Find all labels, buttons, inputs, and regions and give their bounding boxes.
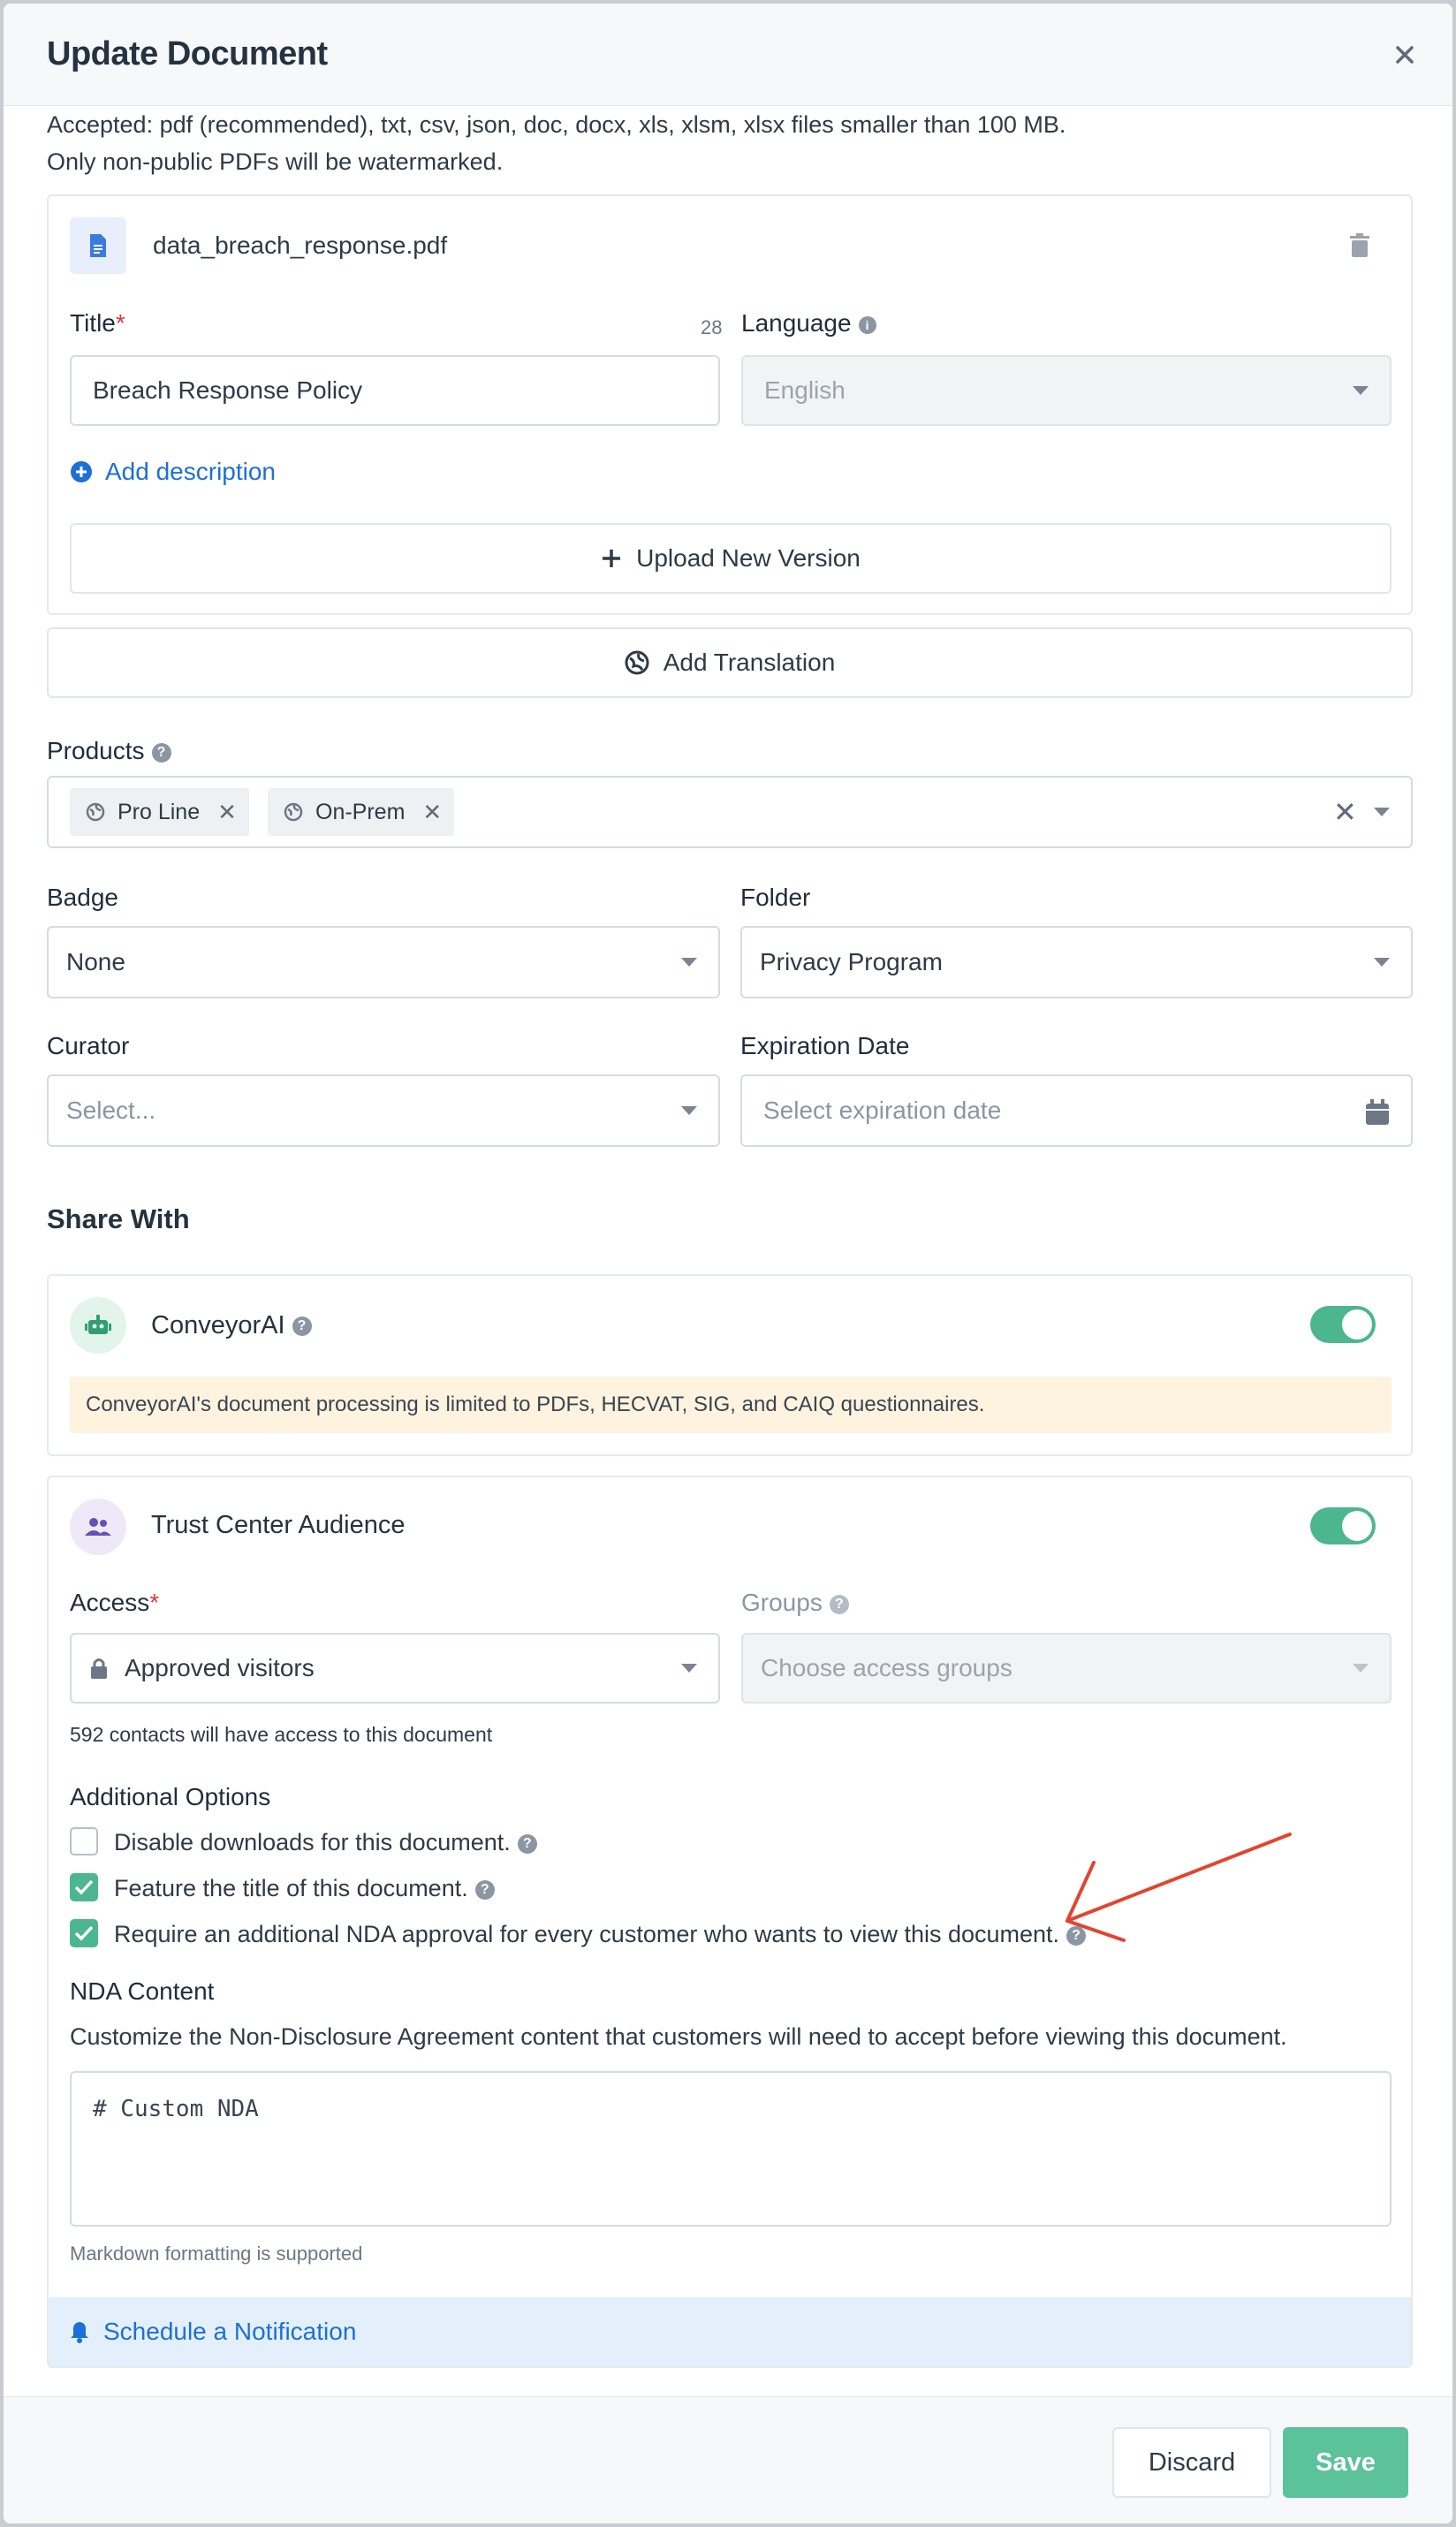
bell-icon (71, 2322, 88, 2343)
chevron-down-icon (681, 958, 697, 967)
require-nda-checkbox[interactable] (70, 1919, 98, 1947)
chevron-down-icon (1374, 958, 1390, 967)
users-icon (70, 1499, 126, 1555)
globe-icon (284, 802, 303, 822)
disable-downloads-label: Disable downloads for this document.? (114, 1829, 537, 1856)
help-icon: ? (292, 1317, 312, 1337)
folder-select[interactable]: Privacy Program (740, 926, 1413, 998)
plus-icon (603, 550, 621, 567)
language-select[interactable]: English (741, 355, 1392, 426)
groups-select[interactable]: Choose access groups (741, 1633, 1392, 1704)
file-icon (70, 217, 126, 274)
trust-center-name: Trust Center Audience (151, 1511, 406, 1539)
language-label: Language i (741, 309, 876, 338)
calendar-icon[interactable] (1365, 1099, 1390, 1126)
add-description-link[interactable]: Add description (70, 458, 276, 486)
upload-new-version-button[interactable]: Upload New Version (70, 523, 1392, 594)
curator-label: Curator (47, 1032, 130, 1059)
remove-chip-icon[interactable]: ✕ (422, 799, 442, 826)
feature-title-label: Feature the title of this document.? (114, 1875, 495, 1902)
folder-label: Folder (740, 884, 811, 911)
conveyorai-name: ConveyorAI? (151, 1311, 312, 1340)
title-label: Title* (70, 309, 125, 337)
feature-title-checkbox[interactable] (70, 1873, 98, 1901)
badge-select[interactable]: None (47, 926, 720, 998)
file-card: data_breach_response.pdf Title* 28 Breac… (47, 194, 1413, 615)
title-input[interactable]: Breach Response Policy (70, 355, 720, 426)
annotation-arrow-icon (1065, 1833, 1292, 1942)
chevron-down-icon (681, 1106, 697, 1115)
clear-all-icon[interactable]: ✕ (1333, 795, 1357, 829)
products-multiselect[interactable]: Pro Line ✕ On-Prem ✕ ✕ (47, 776, 1413, 848)
products-label: Products? (47, 737, 171, 765)
update-document-modal: Update Document Accepted: pdf (recommend… (4, 4, 1452, 2523)
badge-label: Badge (47, 884, 118, 911)
contacts-access-note: 592 contacts will have access to this do… (70, 1723, 493, 1746)
chevron-down-icon (681, 1664, 697, 1673)
check-icon (74, 1879, 94, 1895)
file-name: data_breach_response.pdf (153, 231, 448, 259)
trash-icon[interactable] (1349, 233, 1370, 258)
robot-icon (70, 1297, 126, 1354)
accepted-formats-note: Accepted: pdf (recommended), txt, csv, j… (47, 111, 1066, 138)
curator-select[interactable]: Select... (47, 1074, 720, 1147)
plus-circle-icon (71, 461, 92, 482)
chevron-down-icon (1353, 386, 1369, 395)
globe-icon (86, 802, 105, 822)
access-select[interactable]: Approved visitors (70, 1633, 720, 1704)
expiration-date-input[interactable]: Select expiration date (740, 1074, 1413, 1147)
remove-chip-icon[interactable]: ✕ (217, 799, 237, 826)
disable-downloads-checkbox[interactable] (70, 1827, 98, 1855)
close-icon[interactable] (1389, 39, 1421, 71)
nda-content-heading: NDA Content (70, 1977, 215, 2005)
nda-content-description: Customize the Non-Disclosure Agreement c… (70, 2023, 1287, 2050)
add-translation-button[interactable]: Add Translation (47, 627, 1413, 698)
conveyorai-card: ConveyorAI? ConveyorAI's document proces… (47, 1274, 1413, 1456)
chevron-down-icon (1353, 1664, 1369, 1673)
info-icon: i (858, 315, 876, 334)
conveyorai-toggle[interactable] (1310, 1306, 1376, 1343)
modal-footer: Discard Save (4, 2396, 1452, 2523)
conveyorai-notice: ConveyorAI's document processing is limi… (70, 1377, 1392, 1433)
help-icon: ? (829, 1594, 849, 1614)
help-icon: ? (517, 1833, 537, 1854)
help-icon: ? (151, 742, 171, 763)
product-chip-on-prem: On-Prem ✕ (268, 788, 455, 836)
lock-icon (91, 1658, 107, 1679)
modal-title: Update Document (47, 35, 328, 72)
share-with-heading: Share With (47, 1203, 190, 1234)
trust-center-toggle[interactable] (1310, 1507, 1376, 1544)
additional-options-heading: Additional Options (70, 1783, 271, 1810)
globe-icon (625, 650, 649, 675)
markdown-hint: Markdown formatting is supported (70, 2242, 363, 2265)
expiration-date-label: Expiration Date (740, 1032, 910, 1059)
save-button[interactable]: Save (1283, 2427, 1408, 2498)
help-icon: ? (474, 1879, 495, 1900)
groups-label: Groups? (741, 1589, 849, 1617)
modal-header: Update Document (4, 4, 1452, 106)
schedule-notification-bar[interactable]: Schedule a Notification (49, 2297, 1411, 2366)
product-chip-pro-line: Pro Line ✕ (70, 788, 249, 836)
nda-content-textarea[interactable]: # Custom NDA (70, 2071, 1392, 2227)
title-char-count: 28 (701, 316, 723, 338)
access-label: Access* (70, 1589, 160, 1616)
require-nda-label: Require an additional NDA approval for e… (114, 1921, 1087, 1948)
discard-button[interactable]: Discard (1112, 2427, 1271, 2498)
check-icon (74, 1925, 94, 1941)
chevron-down-icon[interactable] (1374, 808, 1390, 816)
watermark-note: Only non-public PDFs will be watermarked… (47, 148, 504, 175)
